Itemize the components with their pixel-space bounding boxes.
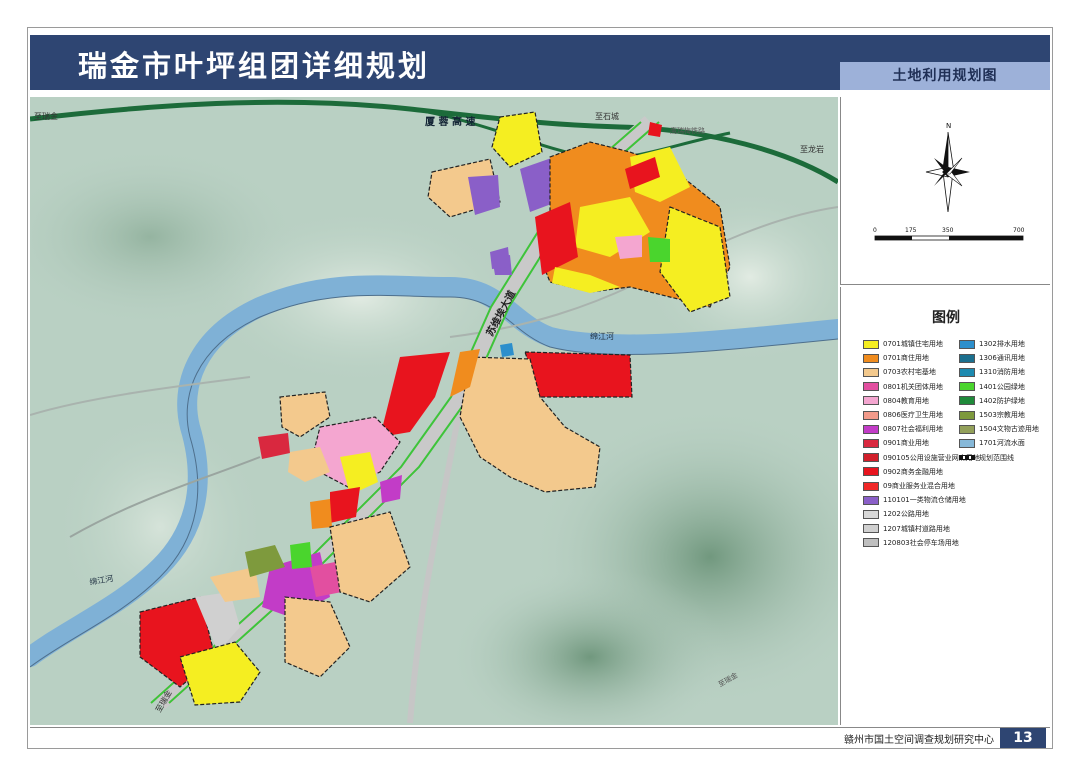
legend-item: 1302排水用地	[959, 339, 1025, 349]
legend-item: 0701城镇住宅用地	[863, 339, 943, 349]
legend-swatch	[863, 438, 879, 448]
legend-swatch	[959, 396, 975, 406]
label-road-railway: 鹰瑞梅铁路	[670, 126, 705, 135]
legend-label: 0806医疗卫生用地	[883, 411, 943, 419]
legend-item: 1504文物古迹用地	[959, 424, 1039, 434]
label-road-zhilongyan: 至龙岩	[800, 144, 824, 154]
legend-item: 120803社会停车场用地	[863, 538, 959, 548]
legend-swatch	[959, 455, 975, 461]
legend-item: 0807社会福利用地	[863, 424, 943, 434]
legend-item: 0703农村宅基地	[863, 367, 936, 377]
legend-swatch	[863, 538, 879, 548]
legend-label: 1503宗教用地	[979, 411, 1025, 419]
legend-item: 1503宗教用地	[959, 410, 1025, 420]
scale-tick: 350	[942, 227, 954, 234]
scale-bar	[874, 235, 1024, 241]
legend-label: 0701商住用地	[883, 354, 929, 363]
legend-item: 0806医疗卫生用地	[863, 410, 943, 420]
legend-swatch	[959, 424, 975, 434]
legend-label: 120803社会停车场用地	[883, 538, 959, 547]
legend-item: 1701河流水面	[959, 438, 1025, 448]
legend-swatch	[863, 353, 879, 363]
legend-label: 1402防护绿地	[979, 396, 1025, 405]
legend-swatch	[863, 509, 879, 519]
legend-label: 0703农村宅基地	[883, 368, 936, 377]
compass-icon	[925, 131, 970, 213]
legend-item: 110101一类物流仓储用地	[863, 495, 966, 505]
legend-item: 09商业服务业混合用地	[863, 481, 955, 491]
scale-tick: 175	[905, 227, 917, 234]
legend-item: 0801机关团体用地	[863, 382, 943, 392]
legend-swatch	[863, 410, 879, 420]
legend-item: 1402防护绿地	[959, 396, 1025, 406]
legend-label: 1504文物古迹用地	[979, 425, 1039, 434]
label-road-zhiruijin: 至瑞金	[34, 111, 58, 121]
legend-label: 1302排水用地	[979, 340, 1025, 348]
legend-swatch	[863, 367, 879, 377]
legend-swatch	[863, 453, 879, 463]
legend-swatch	[959, 438, 975, 448]
legend-label: 0902商务金融用地	[883, 467, 943, 476]
legend-item: 规划范围线	[959, 453, 1014, 463]
legend-swatch	[863, 495, 879, 505]
legend-label: 1306通讯用地	[979, 354, 1025, 363]
map-subtitle: 土地利用规划图	[840, 62, 1050, 90]
legend-swatch	[863, 524, 879, 534]
legend-label: 110101一类物流仓储用地	[883, 496, 966, 505]
legend-label: 1207城镇村道路用地	[883, 524, 950, 533]
legend-item: 0901商业用地	[863, 438, 929, 448]
legend-label: 1401公园绿地	[979, 382, 1025, 391]
compass-panel: N 0 175 350 700	[840, 97, 1050, 285]
legend-swatch	[959, 367, 975, 377]
page-title: 瑞金市叶坪组团详细规划	[78, 49, 431, 83]
organization-name: 赣州市国土空间调查规划研究中心	[844, 735, 994, 746]
legend-swatch	[863, 467, 879, 477]
legend-swatch	[959, 353, 975, 363]
legend-panel: 图例 0701城镇住宅用地 0701商住用地 0703农村宅基地 0801机关团体用地…	[840, 287, 1050, 725]
legend-label: 0701城镇住宅用地	[883, 340, 943, 348]
legend-item: 0902商务金融用地	[863, 467, 943, 477]
footer-bar: 赣州市国土空间调查规划研究中心 13	[30, 727, 1050, 748]
legend-swatch	[959, 339, 975, 349]
page-number: 13	[1000, 728, 1046, 748]
legend-item: 1207城镇村道路用地	[863, 524, 950, 534]
legend-swatch	[863, 339, 879, 349]
label-expressway: 厦 蓉 高 速	[425, 115, 475, 128]
legend-item: 1401公园绿地	[959, 382, 1025, 392]
legend-item: 0804教育用地	[863, 396, 929, 406]
legend-label: 规划范围线	[979, 453, 1014, 462]
legend-item: 1202公路用地	[863, 509, 929, 519]
legend-swatch	[863, 424, 879, 434]
label-river-right: 绵江河	[590, 331, 614, 341]
legend-label: 0804教育用地	[883, 396, 929, 405]
legend-swatch	[863, 382, 879, 392]
legend-swatch	[959, 410, 975, 420]
legend-label: 1202公路用地	[883, 510, 929, 519]
legend-swatch	[959, 382, 975, 392]
compass-north-label: N	[946, 122, 951, 130]
legend-swatch	[863, 481, 879, 491]
legend-label: 0801机关团体用地	[883, 382, 943, 391]
legend-label: 0807社会福利用地	[883, 425, 943, 434]
label-road-zhishicheng: 至石城	[595, 112, 619, 121]
legend-swatch	[863, 396, 879, 406]
legend-item: 1306通讯用地	[959, 353, 1025, 363]
scale-tick: 700	[1013, 227, 1025, 234]
plot-drainage	[500, 343, 514, 357]
scale-tick: 0	[873, 227, 877, 234]
legend-label: 09商业服务业混合用地	[883, 482, 955, 490]
legend-label: 0901商业用地	[883, 439, 929, 448]
legend-item: 0701商住用地	[863, 353, 929, 363]
legend-item: 1310消防用地	[959, 367, 1025, 377]
land-use-map[interactable]: 至瑞金 厦 蓉 高 速 至石城 至龙岩 鹰瑞梅铁路 苏维埃大道 绵江河 绵江河 …	[30, 97, 838, 725]
legend-label: 1310消防用地	[979, 368, 1025, 377]
legend-label: 1701河流水面	[979, 439, 1025, 448]
legend-title: 图例	[932, 310, 960, 326]
